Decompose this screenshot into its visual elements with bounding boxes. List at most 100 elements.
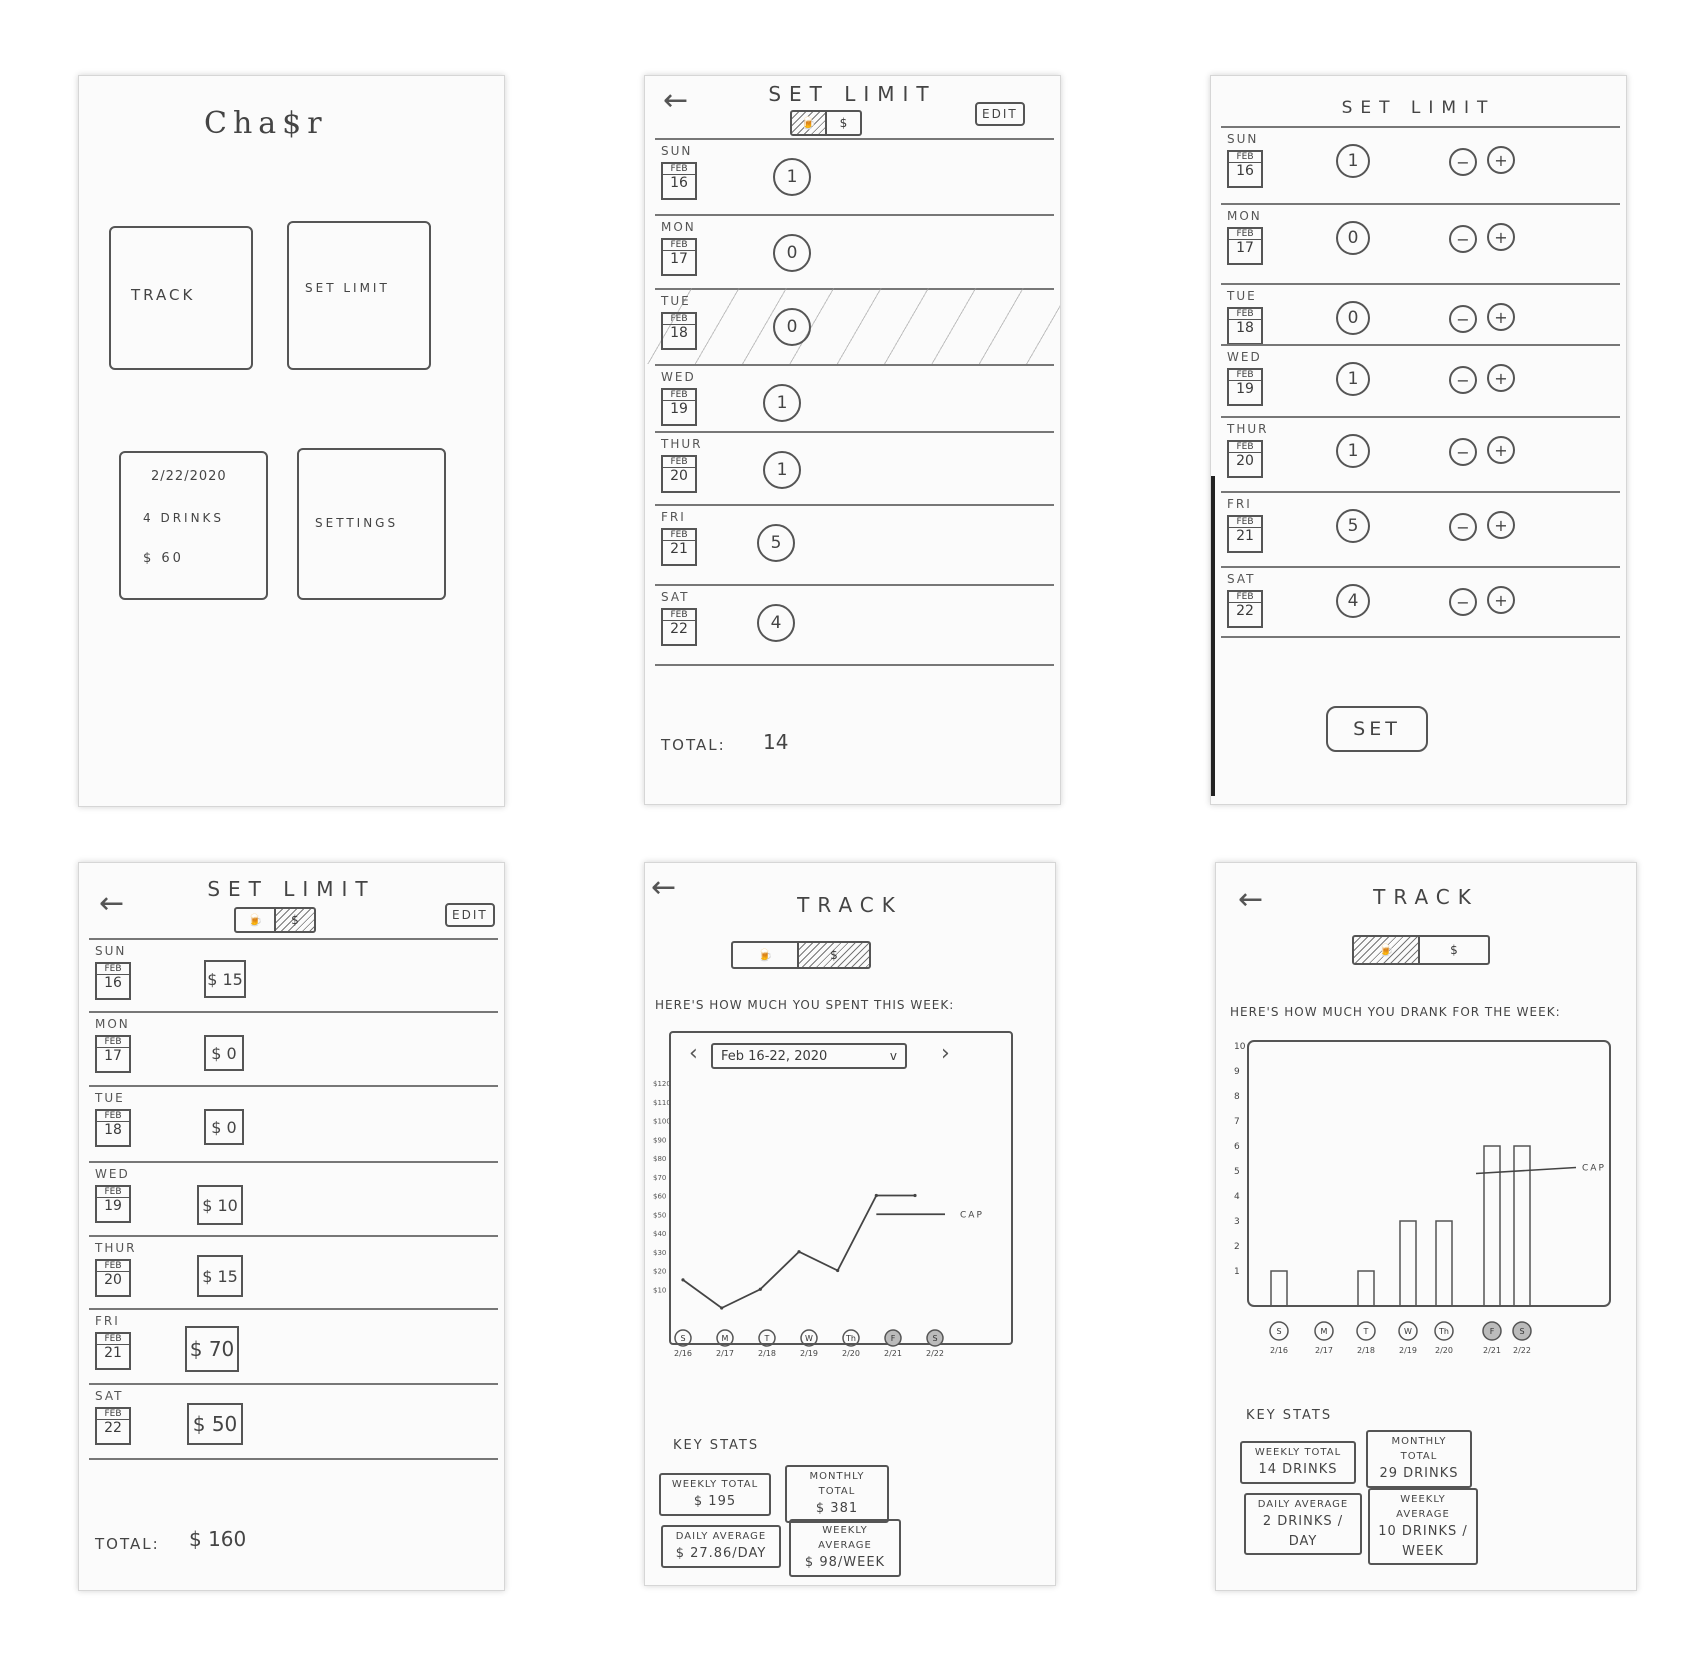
y-tick-label: 4 [1234, 1192, 1240, 1202]
set-limit-drinks-screen: ← SET LIMIT 🍺 $ EDIT SUN FEB 16 1 MON FEB 17 0 T… [644, 75, 1061, 805]
settings-tile[interactable]: SETTINGS [297, 448, 446, 600]
calendar-icon: FEB 18 [1227, 307, 1263, 345]
limit-amount[interactable]: $ 15 [204, 960, 246, 998]
day-initial: M [722, 1334, 729, 1343]
row-divider [1221, 416, 1620, 418]
data-point [758, 1287, 762, 1291]
limit-amount[interactable]: $ 0 [204, 1109, 244, 1145]
y-tick-label: $30 [653, 1249, 666, 1257]
summary-tile[interactable]: 2/22/2020 4 DRINKS $ 60 [119, 451, 268, 600]
dollar-icon[interactable]: $ [799, 943, 869, 967]
minus-button[interactable]: − [1449, 148, 1477, 176]
beer-mug-icon[interactable]: 🍺 [1354, 937, 1420, 963]
mode-toggle[interactable]: 🍺 $ [790, 110, 862, 136]
plus-button[interactable]: + [1487, 146, 1515, 174]
plus-button[interactable]: + [1487, 303, 1515, 331]
day-label: SAT FEB 22 [661, 590, 697, 646]
set-limit-tile[interactable]: SET LIMIT [287, 221, 431, 370]
minus-button[interactable]: − [1449, 513, 1477, 541]
dollar-icon[interactable]: $ [827, 112, 860, 134]
limit-value[interactable]: 0 [773, 234, 811, 272]
limit-value[interactable]: 0 [773, 308, 811, 346]
limit-amount[interactable]: $ 70 [185, 1326, 239, 1372]
calendar-month: FEB [1229, 229, 1261, 240]
page-title: TRACK [797, 893, 903, 917]
beer-mug-icon[interactable]: 🍺 [236, 909, 276, 931]
limit-amount[interactable]: $ 50 [187, 1403, 243, 1445]
calendar-icon: FEB 18 [95, 1109, 131, 1147]
limit-amount[interactable]: $ 15 [197, 1255, 243, 1297]
day-initial: S [1519, 1327, 1524, 1336]
stat-label: WEEKLY AVERAGE [1396, 1494, 1450, 1520]
limit-amount[interactable]: $ 10 [197, 1185, 243, 1225]
day-label: SAT FEB 22 [95, 1389, 131, 1445]
calendar-icon: FEB 19 [95, 1185, 131, 1223]
calendar-month: FEB [663, 457, 695, 468]
calendar-date: 18 [1236, 320, 1254, 336]
set-button[interactable]: SET [1326, 706, 1428, 752]
day-label: THUR FEB 20 [95, 1241, 136, 1297]
y-tick-label: $40 [653, 1230, 666, 1238]
calendar-month: FEB [663, 240, 695, 251]
app-title: Cha$r [204, 106, 328, 141]
plus-button[interactable]: + [1487, 223, 1515, 251]
edit-button[interactable]: EDIT [975, 102, 1025, 126]
minus-button[interactable]: − [1449, 366, 1477, 394]
highlighted-row [645, 288, 1060, 364]
data-point [836, 1268, 840, 1273]
limit-value[interactable]: 4 [757, 604, 795, 642]
calendar-month: FEB [97, 1334, 129, 1345]
dollar-icon[interactable]: $ [1420, 937, 1488, 963]
plus-button[interactable]: + [1487, 586, 1515, 614]
limit-value[interactable]: 1 [763, 451, 801, 489]
calendar-date: 22 [104, 1420, 122, 1436]
plus-button[interactable]: + [1487, 436, 1515, 464]
day-label: SUN FEB 16 [95, 944, 131, 1000]
stat-label: MONTHLY TOTAL [1391, 1436, 1447, 1462]
track-tile[interactable]: TRACK [109, 226, 253, 370]
edit-button[interactable]: EDIT [445, 903, 495, 927]
minus-button[interactable]: − [1449, 588, 1477, 616]
day-name: SUN [661, 144, 693, 158]
mode-toggle[interactable]: 🍺 $ [1352, 935, 1490, 965]
day-label: FRI FEB 21 [661, 510, 697, 566]
stat-value: 14 DRINKS [1258, 1462, 1338, 1477]
divider [1221, 126, 1620, 128]
stat-label: WEEKLY TOTAL [1254, 1447, 1342, 1458]
mode-toggle[interactable]: 🍺 $ [731, 941, 871, 969]
summary-drinks: 4 DRINKS [143, 511, 225, 525]
day-initial: F [1490, 1327, 1495, 1336]
data-point [720, 1306, 724, 1310]
chart-frame [1247, 1040, 1611, 1307]
day-name: SUN [95, 944, 127, 958]
day-label: WED FEB 19 [661, 370, 697, 426]
x-tick-label: 2/22 [926, 1349, 944, 1358]
limit-value: 5 [1336, 509, 1370, 543]
beer-mug-icon[interactable]: 🍺 [792, 112, 827, 134]
row-divider [1221, 283, 1620, 285]
beer-mug-icon[interactable]: 🍺 [733, 943, 799, 967]
limit-value[interactable]: 1 [763, 384, 801, 422]
limit-amount[interactable]: $ 0 [204, 1035, 244, 1071]
minus-button[interactable]: − [1449, 225, 1477, 253]
plus-button[interactable]: + [1487, 364, 1515, 392]
calendar-icon: FEB 20 [95, 1259, 131, 1297]
mode-toggle[interactable]: 🍺 $ [234, 907, 316, 933]
stat-value: 10 DRINKS / WEEK [1378, 1524, 1468, 1559]
day-initial: S [680, 1334, 685, 1343]
row-divider [1221, 636, 1620, 638]
plus-button[interactable]: + [1487, 511, 1515, 539]
stat-card: DAILY AVERAGE $ 27.86/DAY [661, 1525, 781, 1568]
x-tick-label: 2/17 [716, 1349, 734, 1358]
limit-value[interactable]: 5 [757, 524, 795, 562]
y-tick-label: 5 [1234, 1167, 1240, 1177]
limit-value[interactable]: 1 [773, 158, 811, 196]
day-label: FRI FEB 21 [1227, 497, 1263, 553]
day-name: SAT [95, 1389, 124, 1403]
y-tick-label: 3 [1234, 1217, 1240, 1227]
minus-button[interactable]: − [1449, 305, 1477, 333]
calendar-date: 16 [104, 975, 122, 991]
dollar-icon[interactable]: $ [276, 909, 314, 931]
bar [1399, 1220, 1417, 1307]
minus-button[interactable]: − [1449, 438, 1477, 466]
